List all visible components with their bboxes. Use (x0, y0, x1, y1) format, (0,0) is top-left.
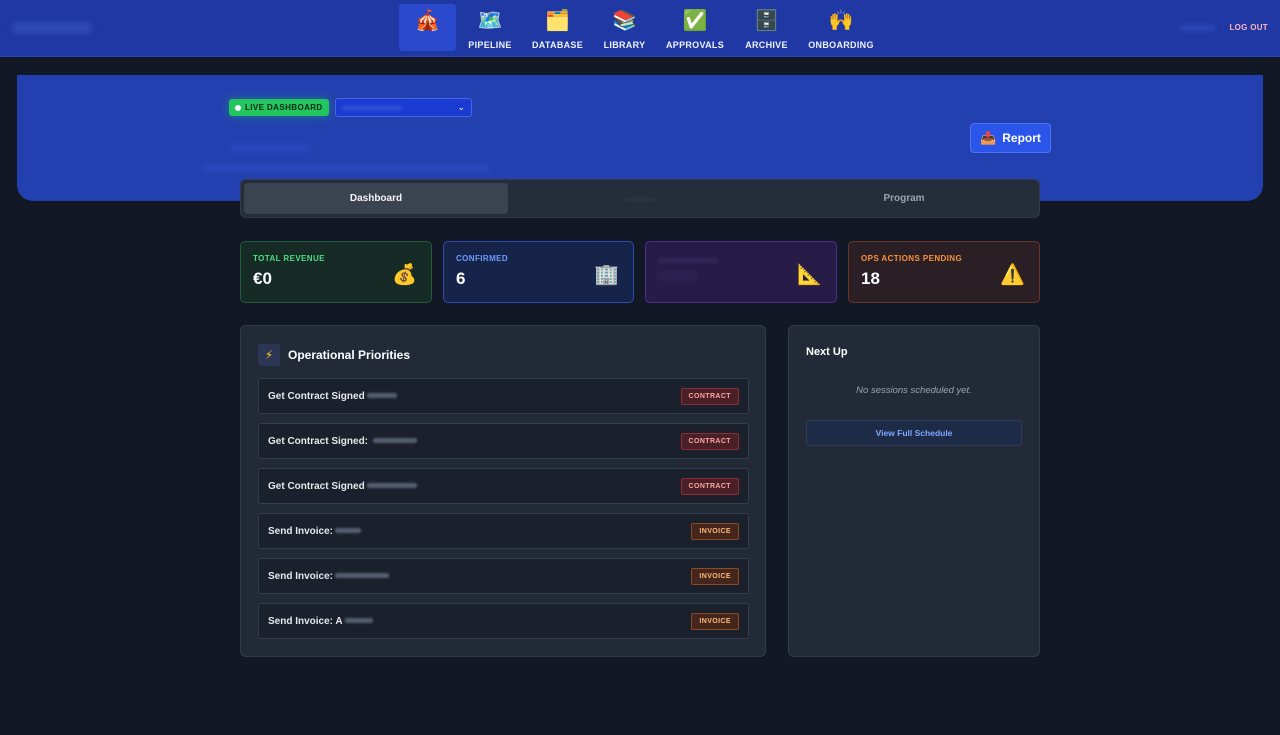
books-icon: 📚 (612, 10, 637, 32)
nav-item-label: DATABASE (531, 40, 584, 50)
tab-middle[interactable] (508, 183, 772, 214)
view-tabs: Dashboard Program (240, 179, 1040, 218)
nav-item-library[interactable]: 📚 LIBRARY (591, 4, 658, 51)
priorities-panel: ⚡ Operational Priorities Get Contract Si… (240, 325, 766, 657)
circus-tent-icon: 🎪 (415, 10, 440, 32)
logout-button[interactable]: LOG OUT (1229, 23, 1268, 32)
nav-item-approvals[interactable]: ✅ APPROVALS (658, 4, 732, 51)
user-name (1180, 25, 1216, 31)
live-badge: LIVE DASHBOARD (229, 99, 329, 116)
nav-item-label: APPROVALS (665, 40, 725, 50)
task-text: Send Invoice: (268, 526, 362, 537)
task-tag: INVOICE (691, 522, 739, 540)
top-nav: 🎪 🗺️ PIPELINE 🗂️ DATABASE 📚 LIBRARY ✅ AP… (0, 0, 1280, 57)
map-icon: 🗺️ (477, 10, 503, 32)
onboarding-icon: 🙌 (828, 10, 854, 32)
next-up-title: Next Up (806, 346, 848, 358)
priorities-header: ⚡ Operational Priorities (258, 344, 410, 366)
task-row[interactable]: Send Invoice: INVOICE (258, 558, 749, 594)
nav-item-pipeline[interactable]: 🗺️ PIPELINE (456, 4, 524, 51)
task-text: Get Contract Signed: (268, 436, 417, 447)
tab-dashboard[interactable]: Dashboard (244, 183, 508, 214)
hero-subtitle (200, 164, 490, 172)
task-tag: CONTRACT (680, 477, 739, 495)
task-tag: INVOICE (691, 567, 739, 585)
task-text: Get Contract Signed (268, 481, 417, 492)
task-list: Get Contract Signed CONTRACT Get Contrac… (258, 378, 749, 648)
nav-item-label: LIBRARY (603, 40, 646, 50)
archive-icon: 🗄️ (754, 10, 779, 32)
office-building-icon: 🏢 (594, 264, 619, 286)
report-button[interactable]: 📤 Report (970, 123, 1051, 153)
approval-icon: ✅ (682, 10, 708, 32)
task-row[interactable]: Get Contract Signed CONTRACT (258, 468, 749, 504)
nav-item-home[interactable]: 🎪 (399, 4, 456, 51)
nav-item-label: ONBOARDING (808, 40, 874, 50)
stat-card-revenue: TOTAL REVENUE €0 💰 (240, 241, 432, 303)
task-text: Get Contract Signed (268, 391, 397, 402)
empty-state-text: No sessions scheduled yet. (856, 385, 972, 396)
task-tag: CONTRACT (680, 432, 739, 450)
warning-icon: ⚠️ (1000, 264, 1025, 286)
next-up-panel: Next Up No sessions scheduled yet. View … (788, 325, 1040, 657)
task-tag: INVOICE (691, 612, 739, 630)
event-select-value (342, 105, 402, 110)
view-schedule-button[interactable]: View Full Schedule (806, 420, 1022, 446)
live-badge-label: LIVE DASHBOARD (245, 103, 323, 112)
priorities-title: Operational Priorities (288, 348, 411, 362)
live-dot-icon (235, 104, 241, 111)
task-row[interactable]: Get Contract Signed CONTRACT (258, 378, 749, 414)
task-tag: CONTRACT (680, 387, 739, 405)
stat-card-ops: OPS ACTIONS PENDING 18 ⚠️ (848, 241, 1040, 303)
event-select[interactable]: ⌄ (335, 98, 472, 117)
nav-items: 🎪 🗺️ PIPELINE 🗂️ DATABASE 📚 LIBRARY ✅ AP… (399, 4, 881, 51)
nav-item-label: PIPELINE (468, 40, 512, 50)
stat-card-confirmed: CONFIRMED 6 🏢 (443, 241, 634, 303)
task-text: Send Invoice: A (268, 616, 373, 627)
report-button-label: Report (1002, 131, 1041, 145)
tab-middle-label (625, 196, 655, 201)
brand-logo[interactable] (12, 22, 92, 34)
task-row[interactable]: Send Invoice: INVOICE (258, 513, 749, 549)
triangular-ruler-icon: 📐 (797, 264, 822, 286)
tab-program[interactable]: Program (772, 183, 1036, 214)
stat-card-third: 📐 (645, 241, 837, 303)
chevron-down-icon: ⌄ (457, 102, 465, 112)
folder-icon: 🗂️ (545, 10, 570, 32)
task-row[interactable]: Send Invoice: A INVOICE (258, 603, 749, 639)
stat-value (658, 271, 698, 281)
nav-item-archive[interactable]: 🗄️ ARCHIVE (732, 4, 801, 51)
lightning-icon: ⚡ (258, 344, 280, 366)
money-bag-icon: 💰 (392, 264, 417, 286)
outbox-icon: 📤 (980, 130, 997, 145)
nav-item-label: ARCHIVE (745, 40, 788, 50)
nav-item-onboarding[interactable]: 🙌 ONBOARDING (801, 4, 881, 51)
nav-item-database[interactable]: 🗂️ DATABASE (524, 4, 591, 51)
stat-label (658, 258, 718, 263)
task-row[interactable]: Get Contract Signed: CONTRACT (258, 423, 749, 459)
task-text: Send Invoice: (268, 571, 390, 582)
hero-title (230, 144, 310, 152)
